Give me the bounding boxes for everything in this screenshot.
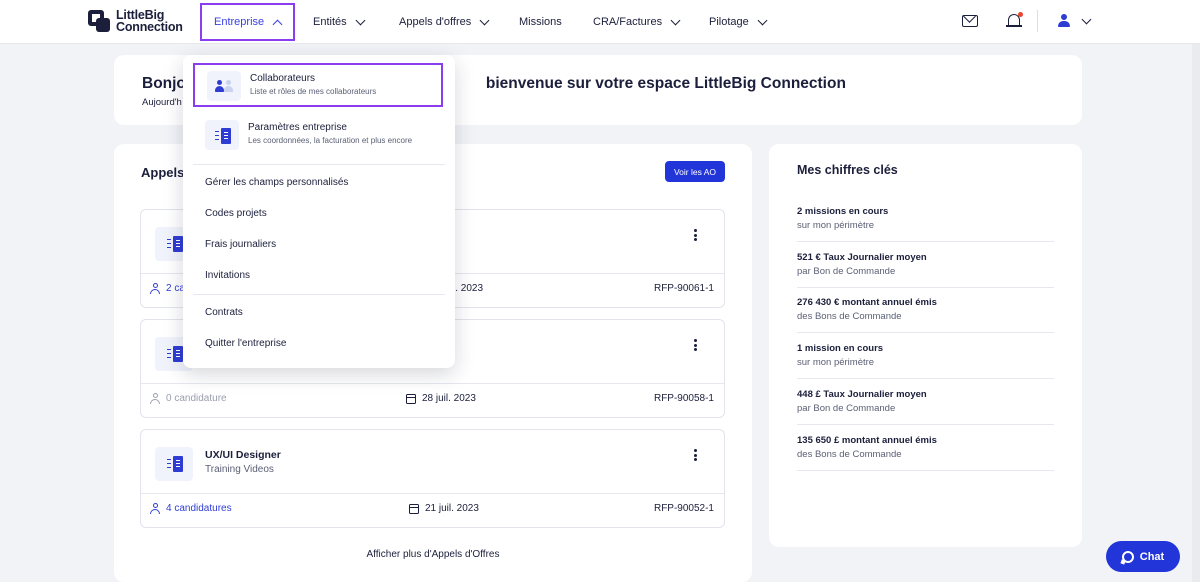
chevron-down-icon	[670, 15, 681, 25]
collaborators-icon	[207, 71, 241, 101]
brand-logo[interactable]: LittleBig Connection	[88, 9, 183, 33]
notification-bell-icon[interactable]	[1006, 12, 1023, 28]
key-figures-heading: Mes chiffres clés	[797, 163, 898, 177]
ao-title: UX/UI Designer	[205, 449, 281, 461]
chat-button[interactable]: Chat	[1106, 541, 1180, 572]
chevron-down-icon	[355, 15, 366, 25]
nav-entreprise-label: Entreprise	[214, 16, 265, 28]
person-icon	[150, 283, 160, 294]
nav-entreprise[interactable]: Entreprise	[200, 3, 296, 41]
kpi-item: 1 mission en cours sur mon périmètre	[797, 333, 1054, 379]
notification-dot	[1018, 12, 1023, 17]
mail-icon[interactable]	[962, 15, 978, 27]
logo-mark-icon	[88, 10, 110, 32]
chevron-down-icon	[757, 15, 768, 25]
ao-client: Training Videos	[205, 464, 274, 475]
nav-entites-label: Entités	[313, 16, 347, 28]
divider	[193, 164, 445, 165]
nav-pilotage[interactable]: Pilotage	[709, 0, 768, 44]
ao-reference: RFP-90058-1	[653, 393, 714, 404]
kpi-item: 521 € Taux Journalier moyen par Bon de Co…	[797, 242, 1054, 288]
welcome-subtitle: Aujourd'h	[142, 97, 182, 108]
menu-item-subtitle: Les coordonnées, la facturation et plus …	[248, 136, 413, 145]
more-options-icon[interactable]	[694, 449, 697, 461]
nav-pilotage-label: Pilotage	[709, 16, 749, 28]
voir-ao-button[interactable]: Voir les AO	[665, 161, 725, 182]
entreprise-dropdown-menu: Collaborateurs Liste et rôles de mes col…	[183, 55, 455, 368]
kpi-item: 276 430 € montant annuel émis des Bons de…	[797, 287, 1054, 333]
divider	[193, 294, 445, 295]
divider	[141, 493, 724, 494]
ao-list-item[interactable]: UX/UI Designer Training Videos 4 candida…	[140, 429, 725, 528]
more-options-icon[interactable]	[694, 339, 697, 351]
divider	[141, 383, 724, 384]
nav-missions[interactable]: Missions	[519, 0, 562, 44]
menu-item-contrats[interactable]: Contrats	[205, 307, 243, 318]
ao-reference: RFP-90061-1	[653, 283, 714, 294]
top-navigation-bar: LittleBig Connection Entreprise Entités …	[0, 0, 1200, 44]
ao-date: 21 juil. 2023	[409, 503, 479, 514]
document-icon	[155, 447, 193, 481]
menu-item-champs-personnalises[interactable]: Gérer les champs personnalisés	[205, 177, 348, 188]
nav-appels-offres-label: Appels d'offres	[399, 16, 472, 28]
divider	[1037, 10, 1038, 32]
menu-item-collaborateurs[interactable]: Collaborateurs Liste et rôles de mes col…	[193, 63, 443, 107]
menu-item-title: Collaborateurs	[250, 73, 316, 84]
nav-appels-offres[interactable]: Appels d'offres	[399, 0, 490, 44]
chat-bubble-icon	[1121, 550, 1134, 563]
ao-reference: RFP-90052-1	[653, 503, 714, 514]
chevron-up-icon	[272, 19, 283, 29]
nav-entites[interactable]: Entités	[313, 0, 366, 44]
menu-item-frais-journaliers[interactable]: Frais journaliers	[205, 239, 276, 250]
calendar-icon	[406, 393, 416, 404]
menu-item-quitter-entreprise[interactable]: Quitter l'entreprise	[205, 338, 286, 349]
nav-cra-factures-label: CRA/Factures	[593, 16, 663, 28]
menu-item-subtitle: Liste et rôles de mes collaborateurs	[250, 87, 377, 96]
menu-item-title: Paramètres entreprise	[248, 122, 347, 133]
person-icon	[150, 393, 160, 404]
candidatures-link[interactable]: 4 candidatures	[150, 503, 232, 514]
brand-name: LittleBig Connection	[116, 8, 183, 34]
user-avatar-icon[interactable]	[1058, 14, 1070, 28]
ao-date: 28 juil. 2023	[406, 393, 476, 404]
nav-missions-label: Missions	[519, 16, 562, 28]
key-figures-card: Mes chiffres clés 2 missions en cours sur…	[769, 144, 1082, 547]
chevron-down-icon	[479, 15, 490, 25]
ao-date: l. 2023	[453, 283, 484, 294]
calendar-icon	[409, 503, 419, 514]
kpi-item: 2 missions en cours sur mon périmètre	[797, 196, 1054, 242]
more-options-icon[interactable]	[694, 229, 697, 241]
page-scrollbar[interactable]	[1192, 44, 1200, 582]
menu-item-parametres-entreprise[interactable]: Paramètres entreprise Les coordonnées, l…	[193, 114, 443, 158]
candidatures-link[interactable]: 0 candidature	[150, 393, 227, 404]
kpi-item: 135 650 £ montant annuel émis des Bons de…	[797, 425, 1054, 471]
chat-label: Chat	[1139, 550, 1165, 563]
menu-item-codes-projets[interactable]: Codes projets	[205, 208, 267, 219]
nav-cra-factures[interactable]: CRA/Factures	[593, 0, 681, 44]
kpi-item: 448 £ Taux Journalier moyen par Bon de Co…	[797, 379, 1054, 425]
appels-offres-heading: Appels	[141, 165, 185, 180]
candidatures-link[interactable]: 2 ca	[150, 283, 185, 294]
chevron-down-icon[interactable]	[1081, 14, 1092, 25]
person-icon	[150, 503, 160, 514]
document-icon	[205, 120, 239, 150]
show-more-link[interactable]: Afficher plus d'Appels d'Offres	[114, 549, 752, 560]
menu-item-invitations[interactable]: Invitations	[205, 270, 250, 281]
